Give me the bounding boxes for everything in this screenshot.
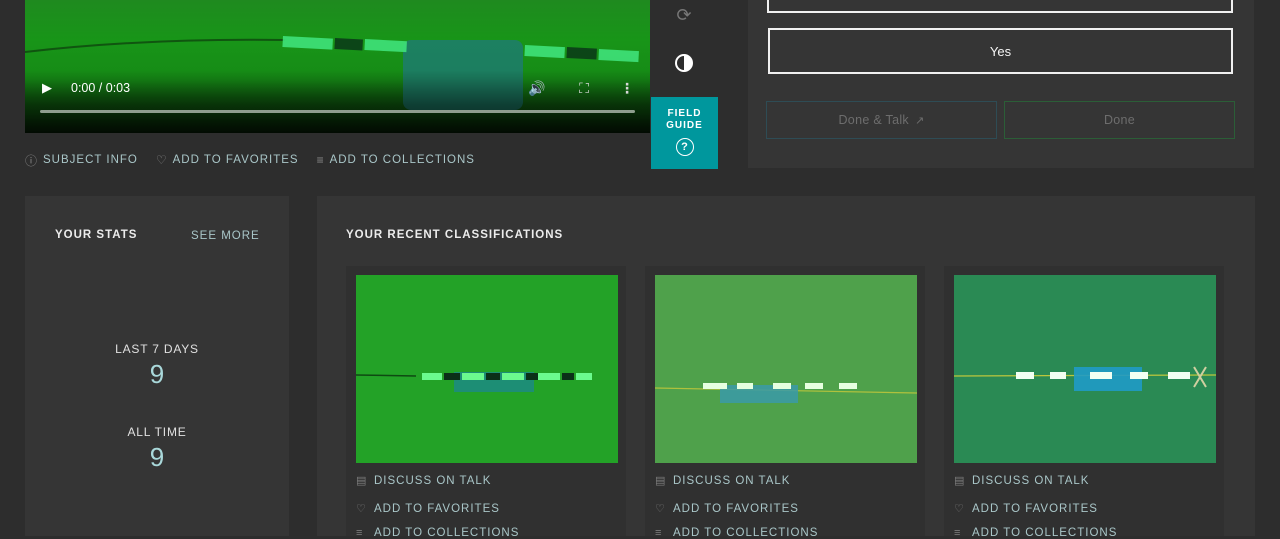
add-to-collections-label: ADD TO COLLECTIONS [329,154,475,166]
play-icon[interactable]: ▶ [42,80,56,96]
invert-icon[interactable] [673,52,695,74]
list-icon: ≡ [316,153,325,167]
subject-info-button[interactable]: ⓘ SUBJECT INFO [25,152,138,169]
chat-icon: ▤ [954,475,966,487]
rotate-icon[interactable]: ⟳ [673,4,695,26]
add-to-collections-link[interactable]: ≡ ADD TO COLLECTIONS [356,527,519,539]
discuss-on-talk-link[interactable]: ▤ DISCUSS ON TALK [954,474,1090,488]
chat-icon: ▤ [655,475,667,487]
collections-label: ADD TO COLLECTIONS [374,527,520,539]
recent-thumbnail[interactable] [356,275,618,463]
add-to-favorites-link[interactable]: ♡ ADD TO FAVORITES [954,502,1098,516]
done-label: Done [1103,113,1136,127]
done-button[interactable]: Done [1004,101,1235,139]
seek-bar[interactable] [40,110,635,113]
answer-option-previous[interactable] [767,0,1233,13]
field-guide-button[interactable]: FIELD GUIDE ? [651,97,718,169]
subject-actions: ⓘ SUBJECT INFO ♡ ADD TO FAVORITES ≡ ADD … [25,152,475,168]
list-icon: ≡ [954,527,962,539]
collections-label: ADD TO COLLECTIONS [972,527,1118,539]
answer-yes-label: Yes [989,43,1012,59]
collections-label: ADD TO COLLECTIONS [673,527,819,539]
field-guide-label-1: FIELD [667,108,702,119]
task-panel [748,0,1254,168]
info-icon: ⓘ [25,153,39,168]
field-guide-label-2: GUIDE [666,120,703,131]
done-and-talk-label: Done & Talk [838,113,909,127]
heart-icon: ♡ [356,503,367,515]
help-icon: ? [675,138,694,156]
discuss-label: DISCUSS ON TALK [972,474,1090,487]
last-7-days-label: LAST 7 DAYS [115,342,199,356]
heart-icon: ♡ [655,503,666,515]
discuss-on-talk-link[interactable]: ▤ DISCUSS ON TALK [356,474,492,488]
subject-info-label: SUBJECT INFO [43,154,138,166]
discuss-label: DISCUSS ON TALK [673,474,791,487]
fullscreen-icon[interactable]: ⛶ [575,79,593,97]
all-time-value: 9 [149,442,165,472]
subject-video[interactable]: ▶ 0:00 / 0:03 🔊 ⛶ ⋮ [25,0,650,133]
more-vertical-icon[interactable]: ⋮ [618,79,636,97]
recent-thumbnail[interactable] [655,275,917,463]
favorites-label: ADD TO FAVORITES [673,502,799,515]
all-time-label: ALL TIME [127,425,187,439]
add-to-favorites-link[interactable]: ♡ ADD TO FAVORITES [356,502,500,516]
see-more-link[interactable]: SEE MORE [191,230,260,242]
last-7-days-value: 9 [149,359,165,389]
add-to-collections-link[interactable]: ≡ ADD TO COLLECTIONS [954,527,1117,539]
volume-icon[interactable]: 🔊 [528,79,546,97]
favorites-label: ADD TO FAVORITES [374,502,500,515]
add-to-favorites-link[interactable]: ♡ ADD TO FAVORITES [655,502,799,516]
discuss-label: DISCUSS ON TALK [374,474,492,487]
done-and-talk-button[interactable]: Done & Talk ↗ [766,101,997,139]
heart-icon: ♡ [155,153,168,167]
add-to-collections-button[interactable]: ≡ ADD TO COLLECTIONS [317,153,475,167]
stats-title: YOUR STATS [55,229,138,241]
add-to-collections-link[interactable]: ≡ ADD TO COLLECTIONS [655,527,818,539]
answer-yes-button[interactable]: Yes [768,28,1233,74]
favorites-label: ADD TO FAVORITES [972,502,1098,515]
list-icon: ≡ [655,527,663,539]
video-time: 0:00 / 0:03 [71,81,131,95]
discuss-on-talk-link[interactable]: ▤ DISCUSS ON TALK [655,474,791,488]
list-icon: ≡ [356,527,364,539]
add-to-favorites-button[interactable]: ♡ ADD TO FAVORITES [156,153,299,167]
add-to-favorites-label: ADD TO FAVORITES [172,154,299,166]
recent-thumbnail[interactable] [954,275,1216,463]
external-link-icon: ↗ [914,114,925,127]
recent-classifications-title: YOUR RECENT CLASSIFICATIONS [346,229,564,241]
heart-icon: ♡ [954,503,965,515]
chat-icon: ▤ [356,475,368,487]
